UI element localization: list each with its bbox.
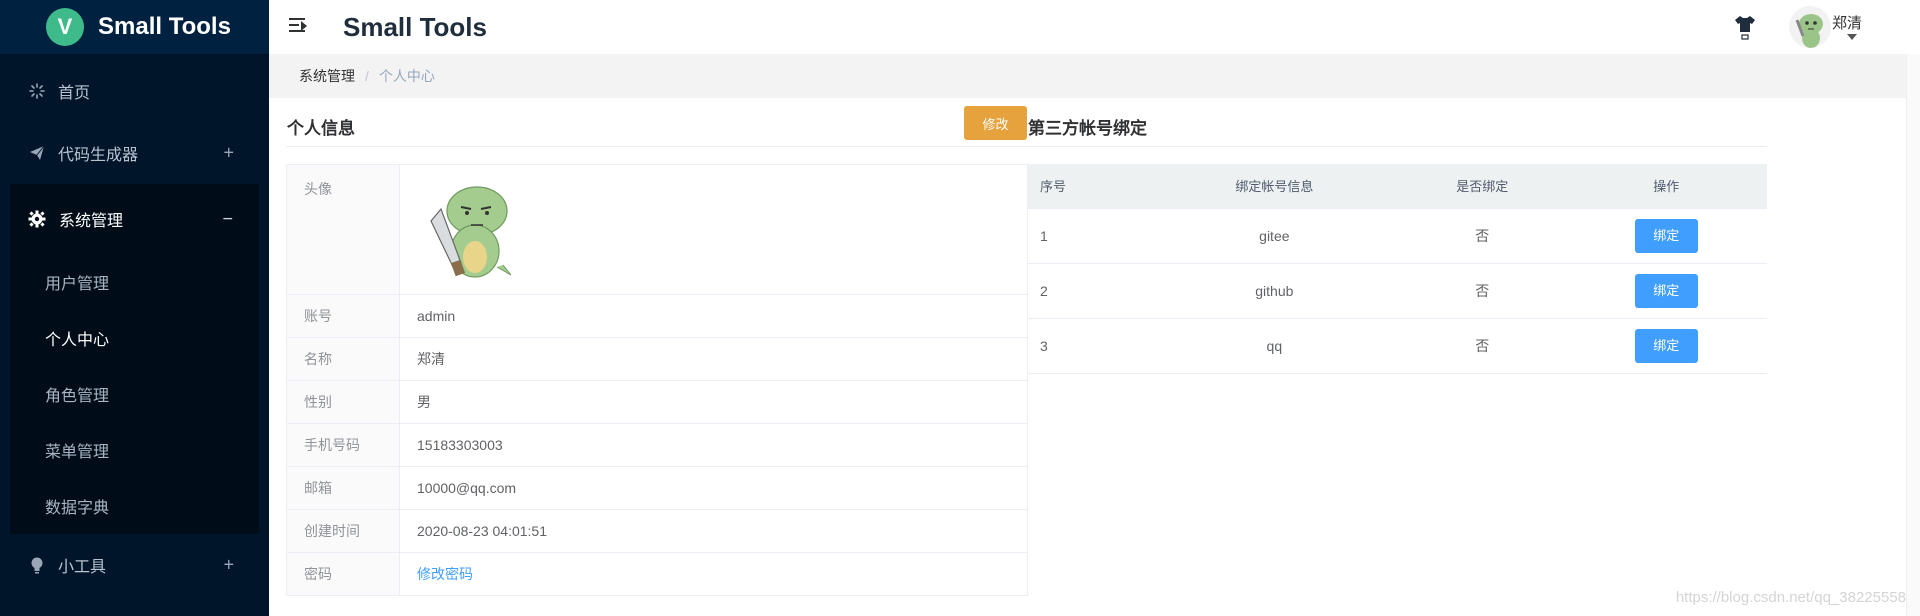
tshirt-icon[interactable]	[1734, 14, 1756, 40]
sidebar-item-label: 代码生成器	[58, 147, 139, 164]
personal-info-table: 头像 账号 admin 名称 郑清 性别 男 手机号码 15183303003 …	[286, 164, 1028, 596]
divider	[1028, 146, 1767, 147]
cell-bound: 否	[1399, 318, 1566, 374]
sidebar-item-label: 首页	[58, 85, 91, 102]
gear-icon	[27, 209, 47, 229]
row-value: 10000@qq.com	[399, 466, 1028, 510]
sidebar-logo[interactable]: V Small Tools	[0, 0, 269, 54]
profile-avatar-image[interactable]	[417, 179, 527, 279]
cell-bound: 否	[1399, 208, 1566, 264]
row-value: 男	[399, 380, 1028, 424]
sidebar-item-role-management[interactable]: 角色管理	[10, 366, 259, 422]
row-label: 账号	[286, 294, 400, 338]
logo-text: Small Tools	[98, 13, 231, 40]
sidebar-item-code-generator[interactable]: 代码生成器 +	[0, 122, 269, 184]
table-row: 头像	[286, 164, 1028, 295]
sidebar-item-label: 小工具	[58, 559, 107, 576]
row-label: 名称	[286, 337, 400, 381]
sidebar-item-home[interactable]: 首页	[0, 60, 269, 122]
watermark-text: https://blog.csdn.net/qq_38225558	[1675, 589, 1906, 606]
lightbulb-icon	[28, 556, 46, 574]
collapse-icon[interactable]: −	[222, 209, 233, 230]
top-header: Small Tools 郑清	[269, 0, 1920, 54]
column-header: 操作	[1565, 164, 1767, 209]
breadcrumb-separator: /	[365, 68, 369, 84]
expand-icon[interactable]: +	[223, 143, 234, 164]
personal-info-title: 个人信息	[287, 119, 355, 138]
cell-index: 2	[1028, 263, 1150, 319]
change-password-link[interactable]: 修改密码	[417, 566, 473, 582]
table-row: 手机号码 15183303003	[286, 423, 1028, 467]
row-value: 郑清	[399, 337, 1028, 381]
divider	[286, 146, 1028, 147]
page-title: Small Tools	[343, 12, 487, 42]
third-party-title: 第三方帐号绑定	[1028, 119, 1147, 138]
row-value: admin	[399, 294, 1028, 338]
sidebar-item-data-dictionary[interactable]: 数据字典	[10, 478, 259, 534]
table-row: 2 github 否 绑定	[1028, 263, 1767, 319]
row-label: 性别	[286, 380, 400, 424]
cell-account: qq	[1149, 318, 1400, 374]
app-root: V Small Tools 首页 代码生成器 + 系统管理 − 用户管理 个人中…	[0, 0, 1920, 616]
table-row: 3 qq 否 绑定	[1028, 318, 1767, 374]
sidebar-item-menu-management[interactable]: 菜单管理	[10, 422, 259, 478]
vue-logo-icon: V	[46, 8, 84, 46]
table-row: 邮箱 10000@qq.com	[286, 466, 1028, 510]
table-header-row: 序号 绑定帐号信息 是否绑定 操作	[1028, 164, 1767, 209]
scrollbar-track[interactable]	[1906, 54, 1920, 616]
sidebar-menu: 首页 代码生成器 + 系统管理 − 用户管理 个人中心 角色管理 菜单管理 数据…	[0, 60, 269, 596]
expand-icon[interactable]: +	[223, 555, 234, 576]
table-row: 性别 男	[286, 380, 1028, 424]
cell-account: github	[1149, 263, 1400, 319]
table-row: 账号 admin	[286, 294, 1028, 338]
breadcrumb-item-current: 个人中心	[378, 68, 435, 84]
loading-spinner-icon	[28, 82, 46, 100]
column-header: 是否绑定	[1399, 164, 1566, 209]
column-header: 序号	[1028, 164, 1150, 209]
hamburger-menu-icon[interactable]	[289, 18, 309, 36]
row-value: 15183303003	[399, 423, 1028, 467]
sidebar-item-user-management[interactable]: 用户管理	[10, 254, 259, 310]
paper-plane-icon	[28, 144, 46, 162]
bind-github-button[interactable]: 绑定	[1634, 273, 1698, 308]
row-value: 修改密码	[399, 552, 1028, 596]
breadcrumb: 系统管理 / 个人中心	[269, 54, 1920, 98]
column-header: 绑定帐号信息	[1149, 164, 1400, 209]
edit-profile-button[interactable]: 修改	[964, 106, 1027, 140]
sidebar-group-system: 系统管理 − 用户管理 个人中心 角色管理 菜单管理 数据字典	[10, 184, 259, 534]
cell-account: gitee	[1149, 208, 1400, 264]
cell-action: 绑定	[1565, 318, 1767, 374]
row-label: 创建时间	[286, 509, 400, 553]
sidebar: V Small Tools 首页 代码生成器 + 系统管理 − 用户管理 个人中…	[0, 0, 269, 616]
sidebar-item-small-tools[interactable]: 小工具 +	[0, 534, 269, 596]
table-row: 名称 郑清	[286, 337, 1028, 381]
sidebar-item-personal-center[interactable]: 个人中心	[10, 310, 259, 366]
sidebar-item-system-management[interactable]: 系统管理 −	[10, 184, 259, 254]
row-label: 邮箱	[286, 466, 400, 510]
row-label: 密码	[286, 552, 400, 596]
row-value: 2020-08-23 04:01:51	[399, 509, 1028, 553]
table-row: 1 gitee 否 绑定	[1028, 208, 1767, 264]
table-row: 密码 修改密码	[286, 552, 1028, 596]
caret-down-icon[interactable]	[1847, 34, 1857, 40]
cell-bound: 否	[1399, 263, 1566, 319]
row-label: 手机号码	[286, 423, 400, 467]
cell-action: 绑定	[1565, 263, 1767, 319]
user-avatar[interactable]	[1789, 6, 1831, 48]
row-value	[399, 164, 1028, 295]
bind-qq-button[interactable]: 绑定	[1634, 328, 1698, 363]
third-party-table: 序号 绑定帐号信息 是否绑定 操作 1 gitee 否 绑定 2 github …	[1028, 164, 1767, 374]
table-row: 创建时间 2020-08-23 04:01:51	[286, 509, 1028, 553]
sidebar-item-label: 系统管理	[59, 213, 124, 230]
bind-gitee-button[interactable]: 绑定	[1634, 218, 1698, 253]
row-label: 头像	[286, 164, 400, 295]
cell-action: 绑定	[1565, 208, 1767, 264]
cell-index: 1	[1028, 208, 1150, 264]
cell-index: 3	[1028, 318, 1150, 374]
breadcrumb-item[interactable]: 系统管理	[299, 66, 355, 86]
user-name[interactable]: 郑清	[1832, 12, 1862, 33]
